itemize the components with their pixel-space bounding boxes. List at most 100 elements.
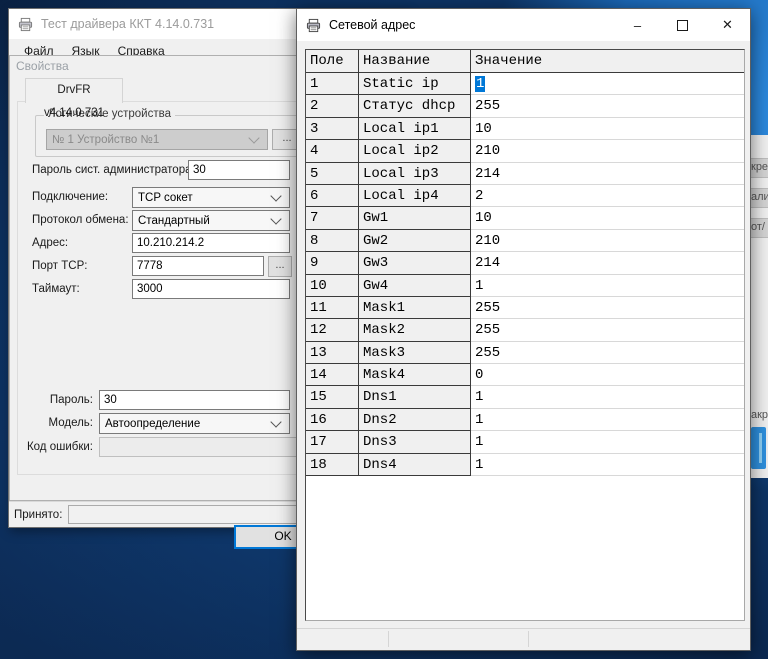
cell-value[interactable]: 210	[471, 230, 744, 252]
device-combobox[interactable]: № 1 Устройство №1	[46, 129, 268, 150]
cell-name[interactable]: Dns4	[359, 454, 471, 476]
cell-value[interactable]: 210	[471, 140, 744, 162]
timeout-input[interactable]	[132, 279, 290, 299]
statusbar-separator	[388, 631, 389, 647]
fragment-blue-button[interactable]	[751, 427, 766, 469]
close-button[interactable]: ✕	[705, 9, 750, 41]
maximize-button[interactable]	[660, 9, 705, 41]
cell-name[interactable]: Mask3	[359, 342, 471, 364]
model-combobox[interactable]: Автоопределение	[99, 413, 290, 434]
port-more-button[interactable]: ...	[268, 256, 292, 277]
cell-field[interactable]: 4	[306, 140, 359, 162]
network-statusbar	[297, 628, 750, 648]
cell-name[interactable]: Local ip2	[359, 140, 471, 162]
fragment-control[interactable]: али	[751, 188, 768, 208]
cell-name[interactable]: Gw4	[359, 275, 471, 297]
table-row: 8 Gw2 210	[306, 230, 744, 252]
password-input[interactable]	[99, 390, 290, 410]
table-row: 12 Mask2 255	[306, 319, 744, 341]
table-row: 9 Gw3 214	[306, 252, 744, 274]
protocol-label: Протокол обмена:	[32, 214, 129, 226]
cell-field[interactable]: 7	[306, 207, 359, 229]
connection-combobox-value: TCP сокет	[138, 192, 193, 204]
cell-name[interactable]: Local ip3	[359, 163, 471, 185]
cell-value[interactable]: 1	[471, 73, 744, 95]
cell-field[interactable]: 14	[306, 364, 359, 386]
cell-name[interactable]: Gw2	[359, 230, 471, 252]
header-name: Название	[359, 50, 471, 73]
cell-name[interactable]: Mask4	[359, 364, 471, 386]
table-body: 1 Static ip 1 2 Статус dhcp 255 3 Local …	[306, 73, 744, 476]
cell-field[interactable]: 17	[306, 431, 359, 453]
cell-field[interactable]: 18	[306, 454, 359, 476]
cell-field[interactable]: 12	[306, 319, 359, 341]
cell-name[interactable]: Gw1	[359, 207, 471, 229]
cell-field[interactable]: 15	[306, 386, 359, 408]
password-label: Пароль:	[18, 394, 93, 406]
cell-field[interactable]: 1	[306, 73, 359, 95]
main-window-title: Тест драйвера ККТ 4.14.0.731	[41, 17, 214, 31]
error-code-field	[99, 437, 299, 457]
tab-drvfr[interactable]: DrvFR v4.14.0.731	[25, 78, 123, 103]
cell-field[interactable]: 10	[306, 275, 359, 297]
cell-field[interactable]: 8	[306, 230, 359, 252]
cell-value[interactable]: 1	[471, 275, 744, 297]
cell-name[interactable]: Dns3	[359, 431, 471, 453]
port-input[interactable]	[132, 256, 264, 276]
timeout-label: Таймаут:	[32, 283, 80, 295]
cell-field[interactable]: 13	[306, 342, 359, 364]
cell-value[interactable]: 214	[471, 163, 744, 185]
connection-label: Подключение:	[32, 191, 108, 203]
device-combobox-value: № 1 Устройство №1	[52, 134, 159, 146]
cell-field[interactable]: 6	[306, 185, 359, 207]
address-label: Адрес:	[32, 237, 68, 249]
cell-value[interactable]: 1	[471, 454, 744, 476]
cell-value[interactable]: 2	[471, 185, 744, 207]
cell-name[interactable]: Gw3	[359, 252, 471, 274]
cell-field[interactable]: 3	[306, 118, 359, 140]
address-input[interactable]	[132, 233, 290, 253]
cell-name[interactable]: Статус dhcp	[359, 95, 471, 117]
fragment-control[interactable]: от/	[751, 218, 768, 238]
cell-name[interactable]: Mask1	[359, 297, 471, 319]
table-row: 18 Dns4 1	[306, 454, 744, 476]
cell-field[interactable]: 5	[306, 163, 359, 185]
cell-field[interactable]: 16	[306, 409, 359, 431]
fragment-control[interactable]: кре	[751, 158, 768, 178]
window-controls: – ✕	[615, 9, 750, 41]
cell-name[interactable]: Local ip4	[359, 185, 471, 207]
statusbar-separator	[528, 631, 529, 647]
cell-value[interactable]: 255	[471, 319, 744, 341]
cell-value[interactable]: 10	[471, 118, 744, 140]
cell-field[interactable]: 9	[306, 252, 359, 274]
admin-password-input[interactable]	[188, 160, 290, 180]
cell-name[interactable]: Local ip1	[359, 118, 471, 140]
cell-value[interactable]: 255	[471, 297, 744, 319]
cell-name[interactable]: Static ip	[359, 73, 471, 95]
protocol-combobox[interactable]: Стандартный	[132, 210, 290, 231]
cell-name[interactable]: Mask2	[359, 319, 471, 341]
cell-field[interactable]: 11	[306, 297, 359, 319]
cell-value[interactable]: 1	[471, 386, 744, 408]
cell-value[interactable]: 0	[471, 364, 744, 386]
port-label: Порт TCP:	[32, 260, 87, 272]
cell-value[interactable]: 255	[471, 342, 744, 364]
cell-value[interactable]: 10	[471, 207, 744, 229]
cell-field[interactable]: 2	[306, 95, 359, 117]
cell-name[interactable]: Dns2	[359, 409, 471, 431]
connection-combobox[interactable]: TCP сокет	[132, 187, 290, 208]
cell-name[interactable]: Dns1	[359, 386, 471, 408]
table-header-row: Поле Название Значение	[306, 50, 744, 73]
chevron-down-icon	[270, 213, 281, 224]
cell-value[interactable]: 255	[471, 95, 744, 117]
header-value: Значение	[471, 50, 744, 73]
table-row: 6 Local ip4 2	[306, 185, 744, 207]
minimize-button[interactable]: –	[615, 9, 660, 41]
cell-value[interactable]: 1	[471, 431, 744, 453]
network-titlebar[interactable]: Сетевой адрес – ✕	[297, 9, 750, 41]
header-field: Поле	[306, 50, 359, 73]
cell-value[interactable]: 214	[471, 252, 744, 274]
background-fragment-window: кре али от/ акр	[751, 135, 768, 478]
cell-value[interactable]: 1	[471, 409, 744, 431]
network-window-title: Сетевой адрес	[329, 18, 415, 32]
